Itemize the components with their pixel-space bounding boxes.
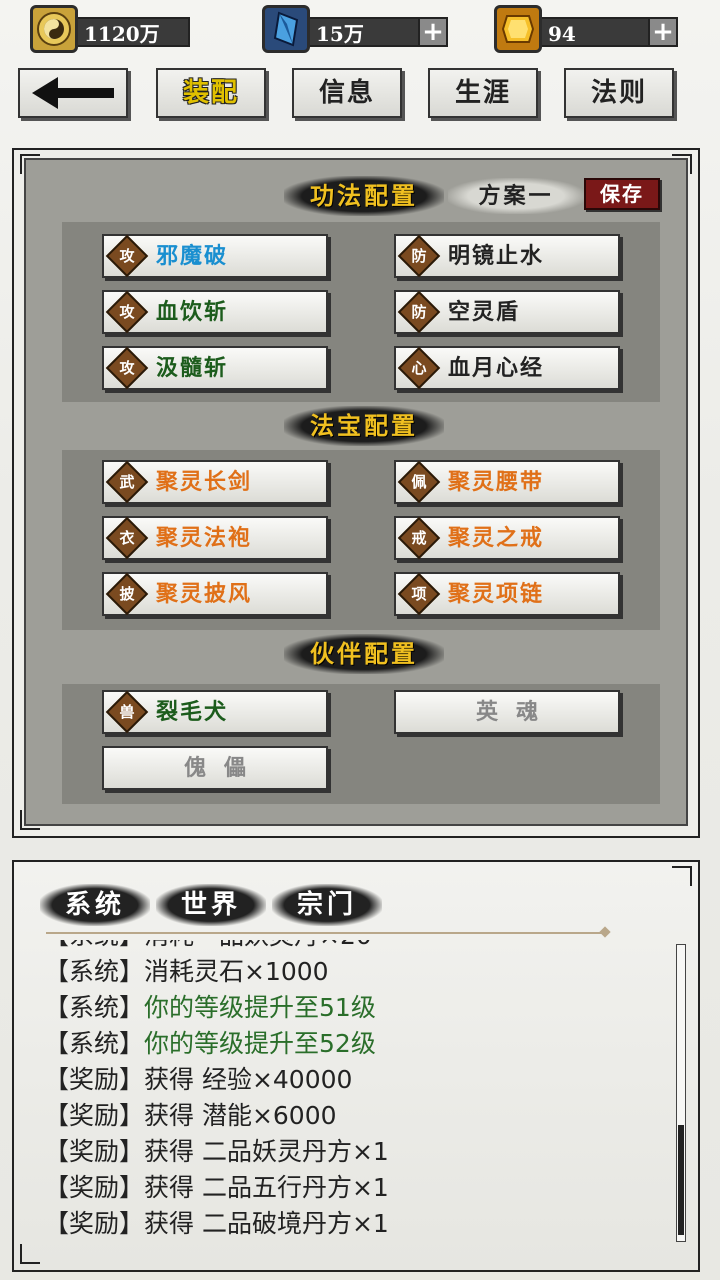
partner-slot-soul[interactable]: 英魂 bbox=[394, 690, 620, 734]
slot-type-label: 攻 bbox=[119, 359, 135, 377]
chat-line: 【系统】你的等级提升至51级 bbox=[44, 990, 664, 1026]
slot-type-label: 攻 bbox=[119, 247, 135, 265]
chat-line: 【奖励】获得 二品五行丹方×1 bbox=[44, 1173, 389, 1202]
partners-section-title: 伙伴配置 bbox=[284, 634, 444, 674]
skills-slot-name: 汲髓斩 bbox=[156, 355, 229, 381]
chat-tab-system[interactable]: 系统 bbox=[40, 884, 150, 926]
gold-ingot-icon bbox=[494, 5, 542, 53]
slot-type-label: 衣 bbox=[119, 529, 135, 547]
tab-rules[interactable]: 法则 bbox=[564, 68, 674, 118]
treasures-slot[interactable]: 戒 聚灵之戒 bbox=[394, 516, 620, 560]
frame-corner bbox=[20, 1244, 40, 1264]
treasures-slot[interactable]: 项 聚灵项链 bbox=[394, 572, 620, 616]
gem-resource: 15万 + bbox=[262, 5, 450, 53]
skills-slot[interactable]: 防 明镜止水 bbox=[394, 234, 620, 278]
skills-slot-name: 血饮斩 bbox=[156, 299, 229, 325]
tab-career[interactable]: 生涯 bbox=[428, 68, 538, 118]
back-arrow-icon bbox=[32, 77, 114, 109]
treasures-slot-name: 聚灵腰带 bbox=[448, 469, 545, 495]
chat-channel-tag: 【系统】 bbox=[44, 993, 145, 1022]
slot-type-label: 武 bbox=[119, 473, 135, 491]
chat-log[interactable]: 【系统】消耗一品妖灵丹×20 【系统】消耗灵石×1000 【系统】你的等级提升至… bbox=[44, 940, 664, 1250]
chat-tab-sect[interactable]: 宗门 bbox=[272, 884, 382, 926]
chat-message: 你的等级提升至51级 bbox=[144, 993, 376, 1022]
chat-line: 【奖励】获得 经验×40000 bbox=[44, 1065, 353, 1094]
soul-slot-label: 英魂 bbox=[475, 699, 556, 725]
skills-slot[interactable]: 攻 血饮斩 bbox=[102, 290, 328, 334]
chat-line: 【系统】消耗灵石×1000 bbox=[44, 957, 329, 986]
add-gold-button[interactable]: + bbox=[648, 17, 678, 47]
partner-slot-puppet[interactable]: 傀儡 bbox=[102, 746, 328, 790]
chat-divider bbox=[46, 932, 606, 934]
scrollbar-thumb[interactable] bbox=[678, 1125, 684, 1235]
chat-tab-world[interactable]: 世界 bbox=[156, 884, 266, 926]
slot-type-label: 防 bbox=[411, 303, 427, 321]
coin-resource: 1120万 bbox=[30, 5, 192, 53]
puppet-slot-label: 傀儡 bbox=[183, 755, 264, 781]
slot-type-label: 心 bbox=[411, 359, 427, 377]
treasures-slot[interactable]: 披 聚灵披风 bbox=[102, 572, 328, 616]
skills-slot[interactable]: 攻 汲髓斩 bbox=[102, 346, 328, 390]
gold-resource: 94 + bbox=[494, 5, 680, 53]
back-button[interactable] bbox=[18, 68, 128, 118]
treasures-slot[interactable]: 佩 聚灵腰带 bbox=[394, 460, 620, 504]
treasures-slot-name: 聚灵之戒 bbox=[448, 525, 545, 551]
skills-slot-name: 血月心经 bbox=[448, 355, 545, 381]
taiji-coin-icon bbox=[30, 5, 78, 53]
slot-type-label: 披 bbox=[119, 585, 135, 603]
treasures-slot-name: 聚灵披风 bbox=[156, 581, 253, 607]
treasures-section-title: 法宝配置 bbox=[284, 406, 444, 446]
scheme-selector[interactable]: 方案一 bbox=[448, 178, 584, 214]
treasures-slot-name: 聚灵项链 bbox=[448, 581, 545, 607]
skills-section-title: 功法配置 bbox=[284, 176, 444, 216]
skills-slot[interactable]: 攻 邪魔破 bbox=[102, 234, 328, 278]
frame-corner bbox=[672, 154, 692, 174]
partner-slot-pet[interactable]: 兽 裂毛犬 bbox=[102, 690, 328, 734]
gold-amount: 94 bbox=[530, 17, 654, 47]
slot-type-label: 佩 bbox=[411, 473, 427, 491]
tab-info[interactable]: 信息 bbox=[292, 68, 402, 118]
skills-slot-name: 空灵盾 bbox=[448, 299, 521, 325]
chat-line: 【奖励】获得 二品妖灵丹方×1 bbox=[44, 1137, 389, 1166]
treasures-slot[interactable]: 衣 聚灵法袍 bbox=[102, 516, 328, 560]
treasures-slot[interactable]: 武 聚灵长剑 bbox=[102, 460, 328, 504]
slot-type-label: 项 bbox=[411, 585, 427, 603]
slot-type-label: 戒 bbox=[411, 529, 427, 547]
chat-channel-tag: 【系统】 bbox=[44, 1029, 145, 1058]
partner-name: 裂毛犬 bbox=[156, 699, 229, 725]
coin-amount: 1120万 bbox=[66, 17, 190, 47]
chat-line: 【奖励】获得 二品破境丹方×1 bbox=[44, 1209, 389, 1238]
skills-slot-name: 明镜止水 bbox=[448, 243, 545, 269]
chat-scrollbar[interactable] bbox=[676, 944, 686, 1242]
chat-line: 【奖励】获得 潜能×6000 bbox=[44, 1101, 337, 1130]
tab-equip[interactable]: 装配 bbox=[156, 68, 266, 118]
gem-amount: 15万 bbox=[298, 17, 422, 47]
save-button[interactable]: 保存 bbox=[584, 178, 660, 210]
skills-slot[interactable]: 防 空灵盾 bbox=[394, 290, 620, 334]
spirit-crystal-icon bbox=[262, 5, 310, 53]
treasures-slot-name: 聚灵法袍 bbox=[156, 525, 253, 551]
frame-corner bbox=[20, 154, 40, 174]
frame-corner bbox=[672, 866, 692, 886]
skills-slot[interactable]: 心 血月心经 bbox=[394, 346, 620, 390]
slot-type-label: 攻 bbox=[119, 303, 135, 321]
chat-line: 【系统】消耗一品妖灵丹×20 bbox=[44, 940, 664, 954]
chat-line: 【系统】你的等级提升至52级 bbox=[44, 1026, 664, 1062]
add-gems-button[interactable]: + bbox=[418, 17, 448, 47]
frame-corner bbox=[20, 810, 40, 830]
slot-type-label: 防 bbox=[411, 247, 427, 265]
chat-message: 你的等级提升至52级 bbox=[144, 1029, 376, 1058]
treasures-slot-name: 聚灵长剑 bbox=[156, 469, 253, 495]
skills-slot-name: 邪魔破 bbox=[156, 243, 229, 269]
